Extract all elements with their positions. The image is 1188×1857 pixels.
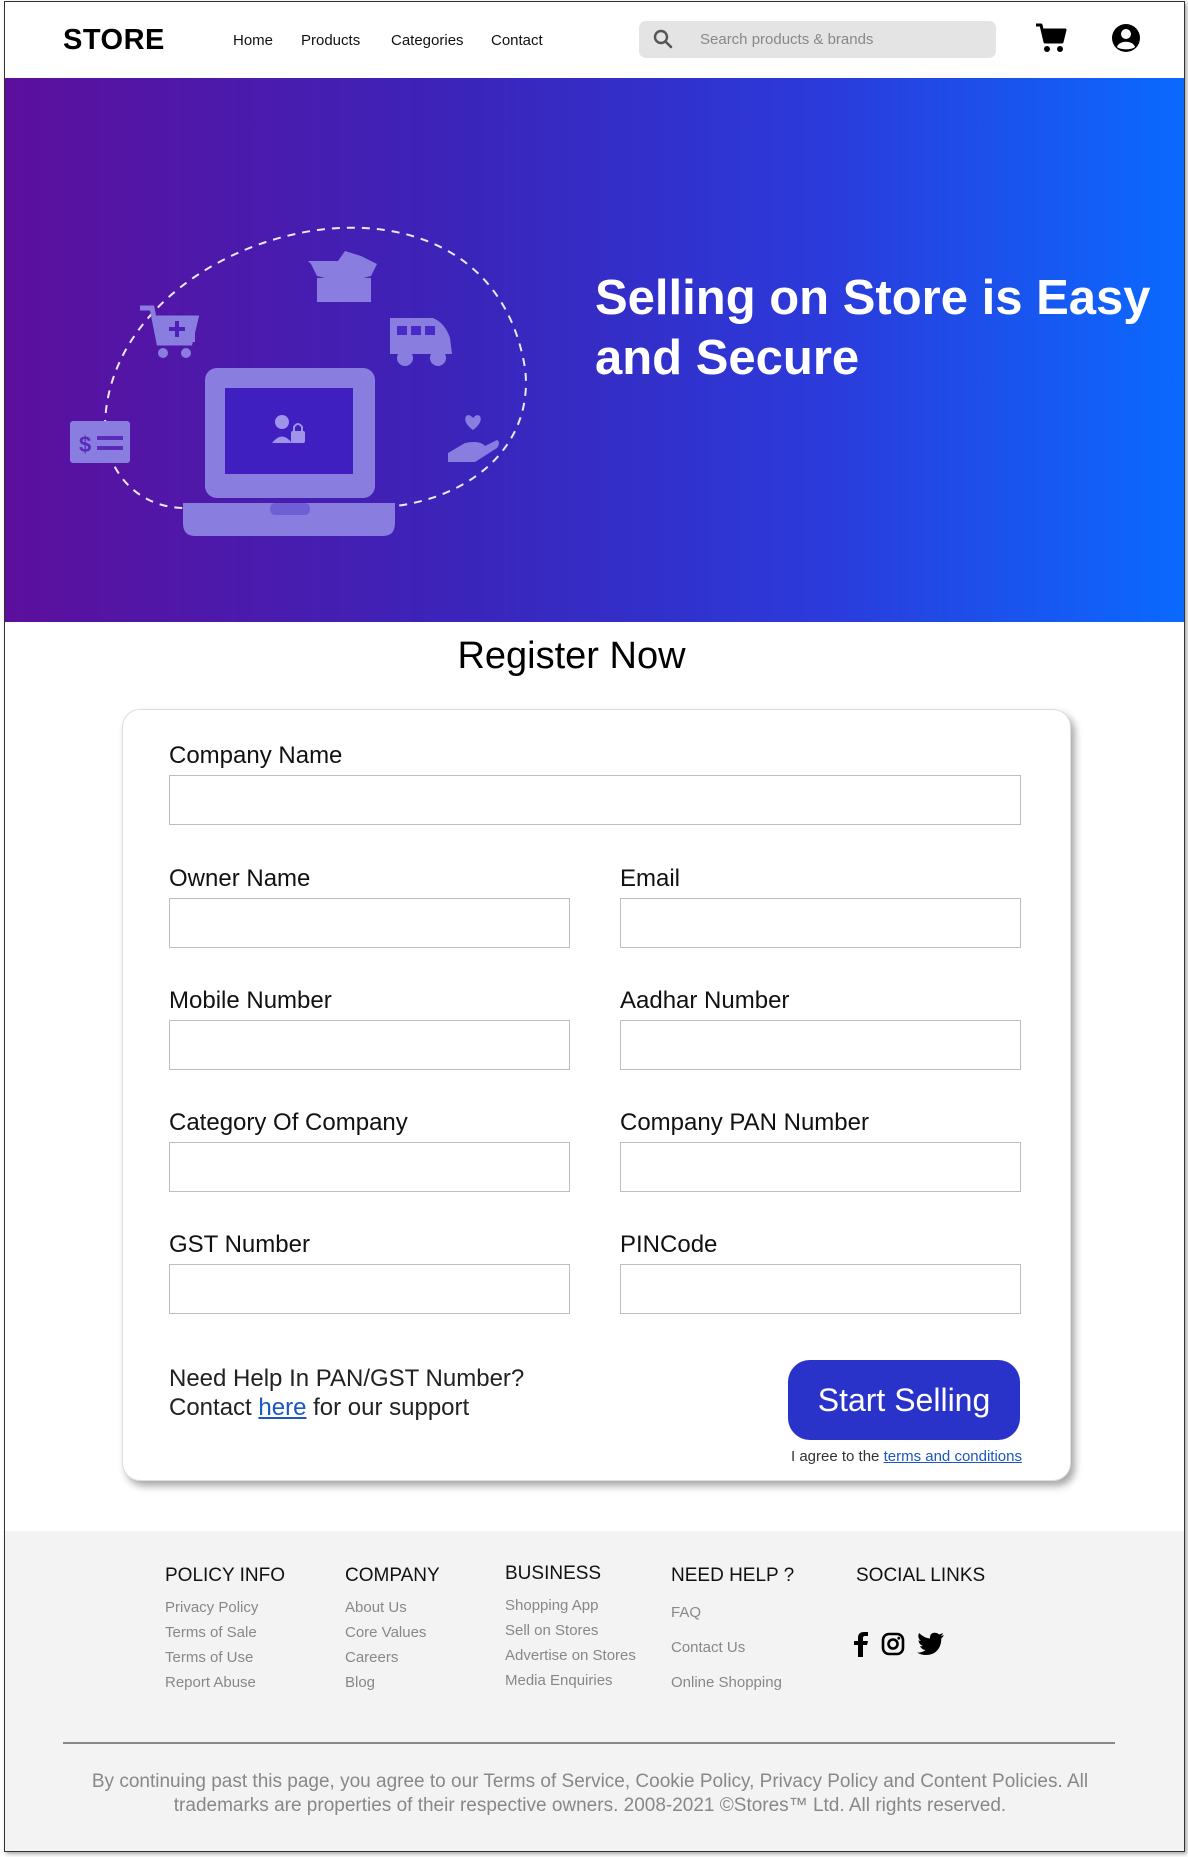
cart-icon[interactable] — [1035, 22, 1067, 54]
social-icons — [853, 1631, 945, 1657]
gst-number-label: GST Number — [169, 1231, 310, 1258]
footer-divider — [63, 1742, 1115, 1744]
footer-link-core-values[interactable]: Core Values — [345, 1620, 440, 1645]
help-line-2: Contact here for our support — [169, 1393, 524, 1422]
footer-link-contact[interactable]: Contact Us — [671, 1630, 794, 1665]
aadhar-number-label: Aadhar Number — [620, 987, 790, 1014]
footer-link-blog[interactable]: Blog — [345, 1670, 440, 1695]
hand-heart-icon — [448, 415, 499, 462]
nav-categories[interactable]: Categories — [391, 32, 464, 49]
footer-link-terms-sale[interactable]: Terms of Sale — [165, 1620, 285, 1645]
footer-social-column: SOCIAL LINKS — [856, 1565, 985, 1595]
footer-link-terms-use[interactable]: Terms of Use — [165, 1645, 285, 1670]
top-navbar: STORE Home Products Categories Contact S… — [5, 2, 1184, 78]
terms-link[interactable]: terms and conditions — [884, 1448, 1022, 1465]
start-selling-button[interactable]: Start Selling — [788, 1360, 1020, 1440]
svg-text:$: $ — [79, 432, 91, 457]
pincode-input[interactable] — [620, 1264, 1021, 1314]
terms-agreement: I agree to the terms and conditions — [791, 1448, 1022, 1465]
owner-name-label: Owner Name — [169, 865, 311, 892]
footer-link-media[interactable]: Media Enquiries — [505, 1668, 636, 1693]
register-form: Company Name Owner Name Email Mobile Num… — [122, 709, 1071, 1481]
help-line-1: Need Help In PAN/GST Number? — [169, 1365, 525, 1392]
search-bar[interactable]: Search products & brands — [639, 21, 996, 58]
user-account-icon[interactable] — [1111, 23, 1141, 53]
search-icon — [653, 29, 673, 49]
footer-policy-title: POLICY INFO — [165, 1565, 286, 1586]
footer-link-careers[interactable]: Careers — [345, 1645, 440, 1670]
help-suffix: for our support — [306, 1394, 470, 1421]
footer-company-title: COMPANY — [345, 1565, 440, 1586]
instagram-icon[interactable] — [881, 1632, 905, 1656]
footer-company-column: COMPANY About Us Core Values Careers Blo… — [345, 1565, 440, 1695]
footer-help-column: NEED HELP ? FAQ Contact Us Online Shoppi… — [671, 1565, 794, 1700]
footer-link-faq[interactable]: FAQ — [671, 1595, 794, 1630]
selling-illustration: $ — [70, 226, 527, 536]
mobile-number-input[interactable] — [169, 1020, 570, 1070]
footer-help-title: NEED HELP ? — [671, 1565, 795, 1586]
mobile-number-label: Mobile Number — [169, 987, 332, 1014]
cart-plus-icon — [140, 305, 200, 358]
footer-business-column: BUSINESS Shopping App Sell on Stores Adv… — [505, 1563, 636, 1693]
footer-link-about[interactable]: About Us — [345, 1595, 440, 1620]
search-input[interactable]: Search products & brands — [700, 31, 873, 48]
category-input[interactable] — [169, 1142, 570, 1192]
cash-icon: $ — [70, 421, 130, 463]
support-link[interactable]: here — [258, 1394, 306, 1421]
nav-contact[interactable]: Contact — [491, 32, 543, 49]
footer: POLICY INFO Privacy Policy Terms of Sale… — [5, 1531, 1184, 1851]
footer-link-online-shopping[interactable]: Online Shopping — [671, 1665, 794, 1700]
footer-policy-column: POLICY INFO Privacy Policy Terms of Sale… — [165, 1565, 285, 1695]
register-title: Register Now — [457, 635, 686, 677]
hero-banner: $ Selling on Store is Easy and Secure — [5, 78, 1184, 622]
footer-link-shopping-app[interactable]: Shopping App — [505, 1593, 636, 1618]
nav-home[interactable]: Home — [233, 32, 273, 49]
footer-link-report-abuse[interactable]: Report Abuse — [165, 1670, 285, 1695]
footer-business-title: BUSINESS — [505, 1563, 602, 1584]
footer-link-privacy[interactable]: Privacy Policy — [165, 1595, 285, 1620]
box-icon — [308, 251, 377, 302]
footer-link-advertise[interactable]: Advertise on Stores — [505, 1643, 636, 1668]
delivery-van-icon — [390, 318, 452, 366]
aadhar-number-input[interactable] — [620, 1020, 1021, 1070]
pincode-label: PINCode — [620, 1231, 718, 1258]
page-frame: STORE Home Products Categories Contact S… — [4, 1, 1185, 1852]
legal-text: By continuing past this page, you agree … — [91, 1771, 1089, 1816]
twitter-icon[interactable] — [917, 1632, 945, 1656]
laptop-icon — [183, 368, 395, 536]
gst-number-input[interactable] — [169, 1264, 570, 1314]
email-input[interactable] — [620, 898, 1021, 948]
agree-prefix: I agree to the — [791, 1448, 884, 1465]
nav-products[interactable]: Products — [301, 32, 360, 49]
pan-number-input[interactable] — [620, 1142, 1021, 1192]
help-prefix: Contact — [169, 1394, 259, 1421]
email-label: Email — [620, 865, 681, 892]
store-logo[interactable]: STORE — [63, 24, 165, 57]
footer-link-sell[interactable]: Sell on Stores — [505, 1618, 636, 1643]
category-label: Category Of Company — [169, 1109, 408, 1136]
help-text: Need Help In PAN/GST Number? Contact her… — [169, 1364, 524, 1422]
footer-social-title: SOCIAL LINKS — [856, 1565, 986, 1586]
owner-name-input[interactable] — [169, 898, 570, 948]
facebook-icon[interactable] — [853, 1631, 869, 1657]
company-name-input[interactable] — [169, 775, 1021, 825]
hero-title: Selling on Store is Easy and Secure — [595, 271, 1151, 385]
pan-number-label: Company PAN Number — [620, 1109, 869, 1136]
company-name-label: Company Name — [169, 742, 343, 769]
